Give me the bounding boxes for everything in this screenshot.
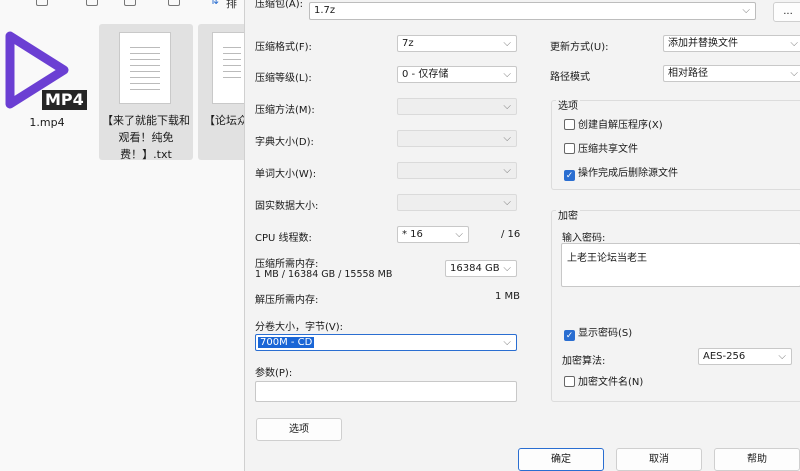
word-size-select: ⌵ bbox=[397, 162, 517, 179]
password-input[interactable]: 上老王论坛当老王 bbox=[561, 243, 800, 287]
memory-select[interactable]: 16384 GB ⌵ bbox=[445, 260, 517, 277]
memory-value: 16384 GB bbox=[450, 263, 500, 274]
browse-button[interactable]: ... bbox=[773, 2, 800, 22]
options-group: 选项 创建自解压程序(X) 压缩共享文件 ✓ 操作完成后删除源文件 bbox=[551, 97, 800, 190]
chevron-down-icon[interactable]: ⌵ bbox=[455, 227, 463, 242]
solid-size-select: ⌵ bbox=[397, 194, 517, 211]
encryption-method-label: 加密算法: bbox=[562, 356, 606, 367]
update-mode-value: 添加并替换文件 bbox=[668, 38, 738, 49]
archive-label: 压缩包(A): bbox=[255, 0, 304, 10]
cpu-threads-label: CPU 线程数: bbox=[255, 233, 312, 244]
show-password-label: 显示密码(S) bbox=[578, 328, 633, 339]
format-value: 7z bbox=[402, 38, 414, 49]
chevron-down-icon: ⌵ bbox=[503, 165, 511, 176]
solid-size-label: 固实数据大小: bbox=[255, 201, 319, 212]
help-button[interactable]: 帮助 bbox=[714, 448, 800, 471]
chevron-down-icon[interactable]: ⌵ bbox=[778, 349, 786, 364]
share-icon[interactable] bbox=[124, 0, 136, 6]
checkbox-unchecked-icon[interactable] bbox=[564, 143, 575, 154]
options-group-title: 选项 bbox=[556, 97, 580, 112]
archive-path-value: 1.7z bbox=[314, 5, 336, 16]
format-label: 压缩格式(F): bbox=[255, 42, 312, 53]
checkbox-unchecked-icon[interactable] bbox=[564, 376, 575, 387]
split-size-label: 分卷大小，字节(V): bbox=[255, 322, 344, 333]
ok-button[interactable]: 确定 bbox=[518, 448, 604, 471]
path-mode-label: 路径模式 bbox=[550, 72, 590, 83]
chevron-down-icon[interactable]: ⌵ bbox=[503, 67, 511, 82]
cloud-icon[interactable] bbox=[86, 0, 98, 6]
chevron-down-icon[interactable]: ⌵ bbox=[742, 3, 750, 18]
new-folder-icon[interactable] bbox=[36, 0, 48, 6]
file-name: 【论坛众 bbox=[204, 114, 244, 127]
checkmark-icon[interactable]: ✓ bbox=[564, 330, 575, 341]
dictionary-select: ⌵ bbox=[397, 130, 517, 147]
chevron-down-icon[interactable]: ⌵ bbox=[503, 36, 511, 51]
split-size-value[interactable]: 700M - CD bbox=[258, 337, 315, 348]
chevron-down-icon: ⌵ bbox=[503, 133, 511, 144]
word-size-label: 单词大小(W): bbox=[255, 169, 317, 180]
decompress-memory-value: 1 MB bbox=[495, 291, 521, 302]
compress-shared-checkbox[interactable]: 压缩共享文件 bbox=[564, 143, 638, 157]
chevron-down-icon[interactable]: ⌵ bbox=[503, 335, 511, 350]
delete-icon[interactable] bbox=[168, 0, 180, 6]
dictionary-label: 字典大小(D): bbox=[255, 137, 314, 148]
chevron-down-icon: ⌵ bbox=[503, 101, 511, 112]
text-document-icon bbox=[119, 32, 171, 104]
method-select: ⌵ bbox=[397, 98, 517, 115]
archive-path-combo[interactable]: 1.7z ⌵ bbox=[309, 2, 756, 20]
checkbox-unchecked-icon[interactable] bbox=[564, 119, 575, 130]
create-sfx-label: 创建自解压程序(X) bbox=[578, 120, 663, 131]
cpu-threads-max: / 16 bbox=[501, 229, 521, 240]
parameters-input[interactable] bbox=[255, 381, 517, 402]
sort-icon[interactable]: ⇅ bbox=[210, 0, 222, 7]
checkmark-icon[interactable]: ✓ bbox=[564, 170, 575, 181]
memory-detail: 1 MB / 16384 GB / 15558 MB bbox=[255, 269, 393, 280]
format-select[interactable]: 7z ⌵ bbox=[397, 35, 517, 52]
delete-after-checkbox[interactable]: ✓ 操作完成后删除源文件 bbox=[564, 167, 678, 181]
path-mode-value: 相对路径 bbox=[668, 68, 708, 79]
chevron-down-icon[interactable]: ⌵ bbox=[503, 261, 511, 276]
chevron-down-icon: ⌵ bbox=[503, 197, 511, 208]
encryption-method-select[interactable]: AES-256 ⌵ bbox=[698, 348, 792, 365]
split-size-combo[interactable]: 700M - CD ⌵ bbox=[255, 334, 517, 351]
password-label: 输入密码: bbox=[562, 233, 606, 244]
memory-label: 压缩所需内存: bbox=[255, 259, 319, 270]
add-to-archive-dialog: 压缩包(A): 1.7z ⌵ ... 压缩格式(F): 7z ⌵ 压缩等级(L): … bbox=[244, 0, 800, 471]
cpu-threads-select[interactable]: * 16 ⌵ bbox=[397, 226, 469, 243]
method-label: 压缩方法(M): bbox=[255, 105, 315, 116]
create-sfx-checkbox[interactable]: 创建自解压程序(X) bbox=[564, 119, 663, 133]
show-password-checkbox[interactable]: ✓ 显示密码(S) bbox=[564, 327, 632, 341]
delete-after-label: 操作完成后删除源文件 bbox=[578, 168, 678, 179]
chevron-down-icon[interactable]: ⌵ bbox=[790, 36, 798, 51]
explorer-toolbar: ⇅ 排 bbox=[0, 0, 244, 14]
parameters-label: 参数(P): bbox=[255, 368, 293, 379]
file-explorer-window: ⇅ 排 MP4 1.mp4 【来了就能下载和观看！纯免费！】.txt 【论坛众 bbox=[0, 0, 252, 471]
file-name: 【来了就能下载和观看！纯免费！】.txt bbox=[102, 114, 190, 161]
chevron-down-icon[interactable]: ⌵ bbox=[790, 66, 798, 81]
file-item-partial[interactable]: 【论坛众 bbox=[198, 24, 252, 160]
cpu-threads-value: * 16 bbox=[402, 229, 423, 240]
encryption-group: 加密 输入密码: 上老王论坛当老王 ✓ 显示密码(S) 加密算法: AES-256… bbox=[551, 207, 800, 402]
file-item-mp4[interactable]: MP4 1.mp4 bbox=[0, 24, 94, 160]
compress-shared-label: 压缩共享文件 bbox=[578, 144, 638, 155]
file-name: 1.mp4 bbox=[29, 116, 65, 129]
encrypt-names-checkbox[interactable]: 加密文件名(N) bbox=[564, 376, 643, 390]
options-button[interactable]: 选项 bbox=[256, 418, 342, 441]
path-mode-select[interactable]: 相对路径 ⌵ bbox=[663, 65, 800, 82]
level-value: 0 - 仅存储 bbox=[402, 69, 449, 80]
encrypt-names-label: 加密文件名(N) bbox=[578, 377, 644, 388]
encryption-method-value: AES-256 bbox=[703, 351, 746, 362]
encryption-group-title: 加密 bbox=[556, 207, 580, 222]
file-item-txt[interactable]: 【来了就能下载和观看！纯免费！】.txt bbox=[99, 24, 193, 161]
update-mode-label: 更新方式(U): bbox=[550, 42, 609, 53]
update-mode-select[interactable]: 添加并替换文件 ⌵ bbox=[663, 35, 800, 52]
level-label: 压缩等级(L): bbox=[255, 73, 312, 84]
mp4-badge: MP4 bbox=[42, 90, 87, 110]
sort-button-label[interactable]: 排 bbox=[226, 0, 237, 11]
cancel-button[interactable]: 取消 bbox=[616, 448, 702, 471]
level-select[interactable]: 0 - 仅存储 ⌵ bbox=[397, 66, 517, 83]
decompress-memory-label: 解压所需内存: bbox=[255, 295, 319, 306]
